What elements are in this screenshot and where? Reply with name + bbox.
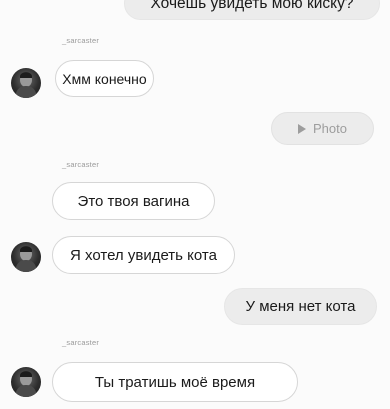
avatar[interactable] [11, 68, 41, 98]
message-text: Это твоя вагина [77, 192, 190, 210]
message-text: Хочешь увидеть мою киску? [150, 0, 354, 12]
sender-name: _sarcaster [62, 36, 100, 45]
play-icon [298, 123, 306, 134]
avatar[interactable] [11, 367, 41, 397]
photo-label: Photo [313, 121, 347, 136]
incoming-message-bubble[interactable]: Хмм конечно [55, 60, 154, 97]
message-text: У меня нет кота [245, 298, 356, 315]
avatar[interactable] [11, 242, 41, 272]
incoming-message-bubble[interactable]: Это твоя вагина [52, 182, 215, 220]
message-text: Я хотел увидеть кота [70, 246, 217, 264]
outgoing-message-bubble[interactable]: Хочешь увидеть мою киску? [124, 0, 380, 20]
message-text: Ты тратишь моё время [94, 373, 256, 391]
photo-attachment[interactable]: Photo [271, 112, 374, 145]
outgoing-message-bubble[interactable]: У меня нет кота [224, 288, 377, 325]
avatar-silhouette-icon [15, 246, 37, 272]
message-text: Хмм конечно [62, 70, 147, 87]
sender-name: _sarcaster [62, 338, 100, 347]
chat-thread: Хочешь увидеть мою киску? _sarcaster Хмм… [0, 0, 390, 409]
incoming-message-bubble[interactable]: Я хотел увидеть кота [52, 236, 235, 274]
sender-name: _sarcaster [62, 160, 100, 169]
incoming-message-bubble[interactable]: Ты тратишь моё время [52, 362, 298, 402]
avatar-silhouette-icon [15, 72, 37, 98]
avatar-silhouette-icon [15, 371, 37, 397]
